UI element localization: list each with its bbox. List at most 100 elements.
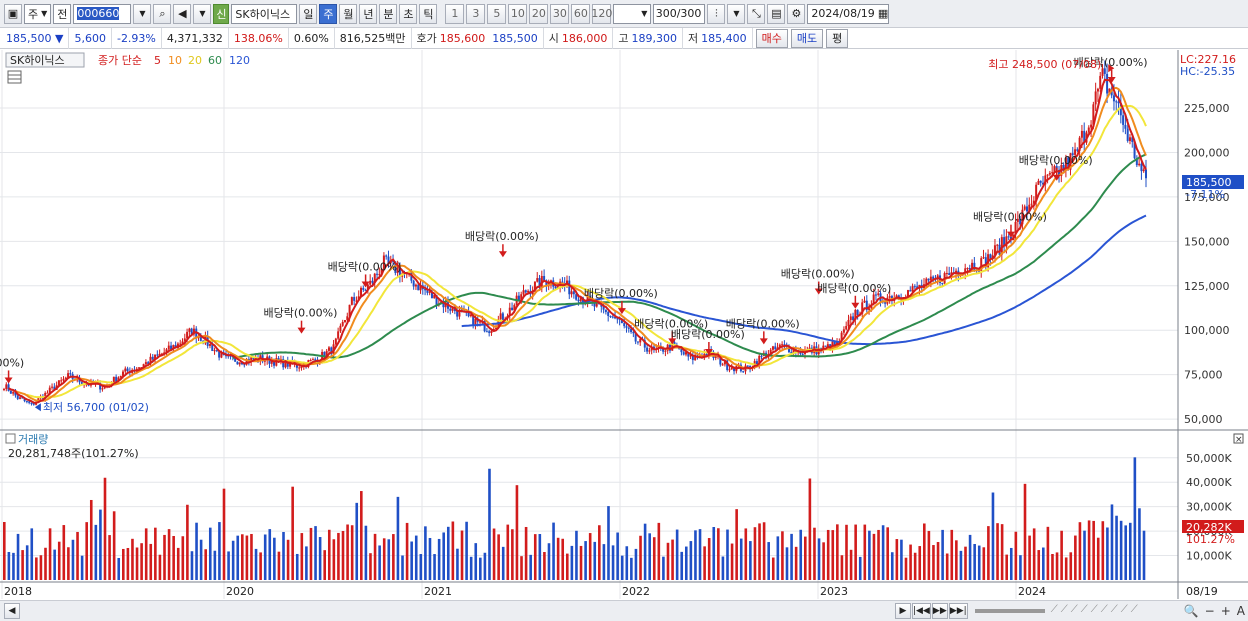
period-select[interactable]: 주 ▼ <box>24 3 52 24</box>
period-day-button[interactable]: 일 <box>299 3 318 24</box>
candle-body <box>1126 128 1129 141</box>
candle-body <box>623 323 626 327</box>
volume-bar <box>671 539 674 580</box>
interval-button-30[interactable]: 30 <box>550 3 570 24</box>
low-annotation: 최저 56,700 (01/02) <box>43 401 149 414</box>
dividend-label: 배당락(0.00%) <box>817 282 891 295</box>
save-icon[interactable]: ▤ <box>767 3 786 24</box>
candle-body <box>1103 68 1106 74</box>
candle-body <box>417 284 420 291</box>
interval-button-10[interactable]: 10 <box>508 3 528 24</box>
chevron-down-icon[interactable]: ▼ <box>193 3 212 24</box>
volume-bar <box>305 546 308 580</box>
gear-icon[interactable]: ⚙ <box>787 3 806 24</box>
interval-button-1[interactable]: 1 <box>445 3 465 24</box>
new-stock-button[interactable]: 신 <box>213 3 230 24</box>
candle-body <box>781 344 784 346</box>
period-month-button[interactable]: 월 <box>339 3 358 24</box>
volume-bar <box>341 530 345 580</box>
volume-bar <box>593 541 597 580</box>
volume-bar <box>172 536 175 580</box>
scroll-right-icon[interactable]: ▶ <box>894 603 911 619</box>
close-icon: × <box>1235 435 1243 445</box>
volume-bar <box>85 522 88 580</box>
volume-bar <box>561 538 565 580</box>
period-minute-button[interactable]: 분 <box>379 3 398 24</box>
interval-button-60[interactable]: 60 <box>571 3 591 24</box>
volume-bar <box>144 528 148 580</box>
zoom-slider[interactable] <box>974 609 1045 613</box>
count-total: /300 <box>676 7 702 20</box>
scroll-start-icon[interactable]: |◀◀ <box>911 603 931 619</box>
search-icon[interactable]: ⌕ <box>153 3 172 24</box>
volume-bar <box>360 491 363 580</box>
price-chart[interactable]: SK하이닉스 종가 단순 5 10 20 60 120 LC:227.16 HC… <box>0 50 1248 600</box>
current-volume-pct: 101.27% <box>1186 533 1235 546</box>
candle-body <box>847 319 850 326</box>
buy-button[interactable]: 매수 <box>755 28 788 48</box>
volume-bar <box>327 529 331 580</box>
zoom-out-icon[interactable]: − <box>1205 604 1215 618</box>
volume-bar <box>433 554 436 580</box>
volume-bar <box>602 544 606 580</box>
volume-bar <box>863 524 867 580</box>
candle-body <box>570 291 573 295</box>
volume-bar <box>131 538 134 580</box>
candle-body <box>721 364 724 366</box>
volume-bar <box>771 557 775 580</box>
volume-bar <box>94 524 98 580</box>
volume-bar <box>666 542 670 580</box>
scroll-fast-icon[interactable]: ▶▶ <box>931 603 948 619</box>
period-second-button[interactable]: 초 <box>399 3 418 24</box>
candle-body <box>311 359 314 361</box>
volume-bar <box>712 526 716 580</box>
candle-body <box>1094 91 1097 105</box>
volume-bar <box>1046 526 1050 580</box>
volume-bar <box>913 552 917 580</box>
volume-axis-label: 10,000K <box>1186 550 1232 563</box>
layout-icon[interactable]: ▣ <box>4 3 22 24</box>
candle-body <box>69 373 72 375</box>
dividend-label: 배당락(0.00%) <box>328 260 402 273</box>
interval-button-3[interactable]: 3 <box>466 3 486 24</box>
volume-bar <box>762 522 766 580</box>
period-week-button[interactable]: 주 <box>319 3 338 24</box>
interval-custom-input[interactable]: ▼ <box>613 3 652 24</box>
speaker-icon[interactable]: ◀ <box>173 3 192 24</box>
chevron-down-icon[interactable]: ▼ <box>133 3 152 24</box>
volume-bar <box>21 550 24 580</box>
auto-scale-icon[interactable]: A <box>1237 604 1245 618</box>
volume-bar <box>822 542 825 580</box>
dividend-label: 배당락(0.00%) <box>973 211 1047 224</box>
eval-button[interactable]: 평 <box>826 28 849 48</box>
interval-button-5[interactable]: 5 <box>487 3 507 24</box>
candle-body <box>5 384 8 390</box>
scroll-left-icon[interactable]: ◀ <box>4 603 20 619</box>
stock-name-value: SK하이닉스 <box>235 7 291 21</box>
count-input[interactable]: 300/300 <box>653 3 706 24</box>
volume-bar <box>511 529 514 580</box>
magnifier-icon[interactable]: 🔍 <box>1184 604 1199 618</box>
date-field[interactable]: 2024/08/19 ▦ <box>807 3 890 24</box>
stock-name-field: SK하이닉스 <box>231 3 298 24</box>
candle-body <box>760 355 763 357</box>
market-select[interactable]: 전 <box>53 3 72 24</box>
period-tick-button[interactable]: 틱 <box>419 3 438 24</box>
stock-code-input[interactable]: 000660 <box>73 3 132 24</box>
volume-bar <box>625 546 629 580</box>
interval-button-20[interactable]: 20 <box>529 3 549 24</box>
volume-bar <box>259 552 262 580</box>
table-icon[interactable] <box>7 70 22 84</box>
drawing-tool-icon[interactable]: ⤡ <box>747 3 766 24</box>
volume-bar <box>451 521 455 580</box>
candle-body <box>12 392 15 394</box>
period-year-button[interactable]: 년 <box>359 3 378 24</box>
sell-button[interactable]: 매도 <box>790 28 824 48</box>
candle-type-icon[interactable]: ⫶ <box>707 3 726 24</box>
chevron-down-icon[interactable]: ▼ <box>727 3 746 24</box>
scroll-end-icon[interactable]: ▶▶| <box>948 603 968 619</box>
zoom-in-icon[interactable]: + <box>1221 604 1231 618</box>
volume-bar <box>607 506 610 580</box>
interval-button-120[interactable]: 120 <box>591 3 612 24</box>
drawing-tools[interactable]: ⟋⟋⟋⟋⟋⟋⟋⟋⟋ <box>1051 604 1181 618</box>
